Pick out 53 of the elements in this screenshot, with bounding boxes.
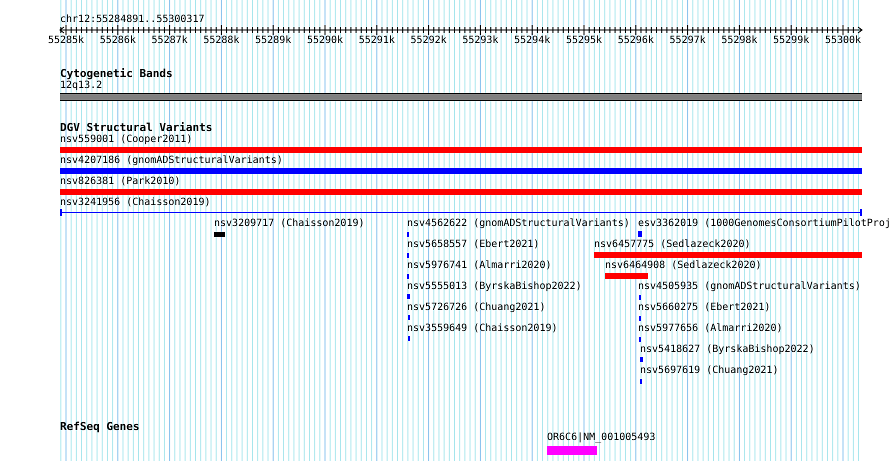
variant-line[interactable] [60,209,862,216]
variant-bar[interactable] [594,252,862,258]
cytoband[interactable] [60,93,862,101]
variant-bar[interactable] [640,357,643,362]
track-title: DGV Structural Variants [60,122,212,134]
ruler-tick-label: 55287k [150,35,189,47]
variant-bar[interactable] [60,147,862,153]
feature-label: nsv5726726 (Chuang2021) [407,302,546,314]
variant-bar[interactable] [60,168,862,174]
location-label: chr12:55284891..55300317 [60,14,204,26]
ruler-tick-label: 55289k [254,35,292,47]
ruler-tick-label: 55285k [46,35,86,47]
feature-label: nsv5658557 (Ebert2021) [407,239,540,251]
track-title: RefSeq Genes [60,421,140,433]
ruler-tick-label: 55297k [668,35,707,47]
ruler-tick-label: 55296k [616,35,655,47]
feature-label: nsv5418627 (ByrskaBishop2022) [640,344,815,356]
feature-label: nsv6464908 (Sedlazeck2020) [605,260,762,272]
feature-label: nsv5660275 (Ebert2021) [638,302,770,314]
feature-label: nsv5697619 (Chuang2021) [640,365,778,377]
track-title: Cytogenetic Bands [60,68,173,80]
variant-bar[interactable] [407,294,410,299]
variant-bar[interactable] [605,273,648,279]
feature-label: 12q13.2 [60,80,102,92]
feature-label: nsv559001 (Cooper2011) [60,134,192,146]
feature-label: nsv3241956 (Chaisson2019) [60,197,211,209]
feature-label: nsv4207186 (gnomADStructuralVariants) [60,155,283,167]
feature-label: nsv6457775 (Sedlazeck2020) [594,239,751,251]
variant-bar[interactable] [214,232,225,237]
ruler-tick-label: 55300k [824,35,862,47]
feature-label: nsv5555013 (ByrskaBishop2022) [407,281,582,293]
ruler-tick-label: 55291k [358,35,396,47]
ruler-tick-label: 55299k [772,35,810,47]
gene-bar[interactable] [547,446,597,455]
variant-bar[interactable] [60,189,862,195]
feature-label: nsv3559649 (Chaisson2019) [407,323,558,335]
feature-label: nsv5977656 (Almarri2020) [638,323,782,335]
feature-label: esv3362019 (1000GenomesConsortiumPilotProj [638,218,890,230]
variant-bar[interactable] [638,231,642,237]
feature-label: nsv826381 (Park2010) [60,176,180,188]
ruler-tick-label: 55298k [720,35,758,47]
feature-label: nsv4562622 (gnomADStructuralVariants) [407,218,630,230]
ruler-tick-label: 55295k [564,35,604,47]
ruler-tick-label: 55286k [98,35,137,47]
ruler-tick-label: 55290k [306,35,344,47]
feature-label: OR6C6|NM_001005493 [547,432,656,444]
feature-label: nsv4505935 (gnomADStructuralVariants) [638,281,861,293]
ruler-tick-label: 55292k [410,35,448,47]
feature-label: nsv3209717 (Chaisson2019) [214,218,365,230]
ruler-tick-label: 55294k [513,35,552,47]
ruler-tick-label: 55288k [202,35,240,47]
feature-label: nsv5976741 (Almarri2020) [407,260,552,272]
ruler-tick-label: 55293k [461,35,500,47]
